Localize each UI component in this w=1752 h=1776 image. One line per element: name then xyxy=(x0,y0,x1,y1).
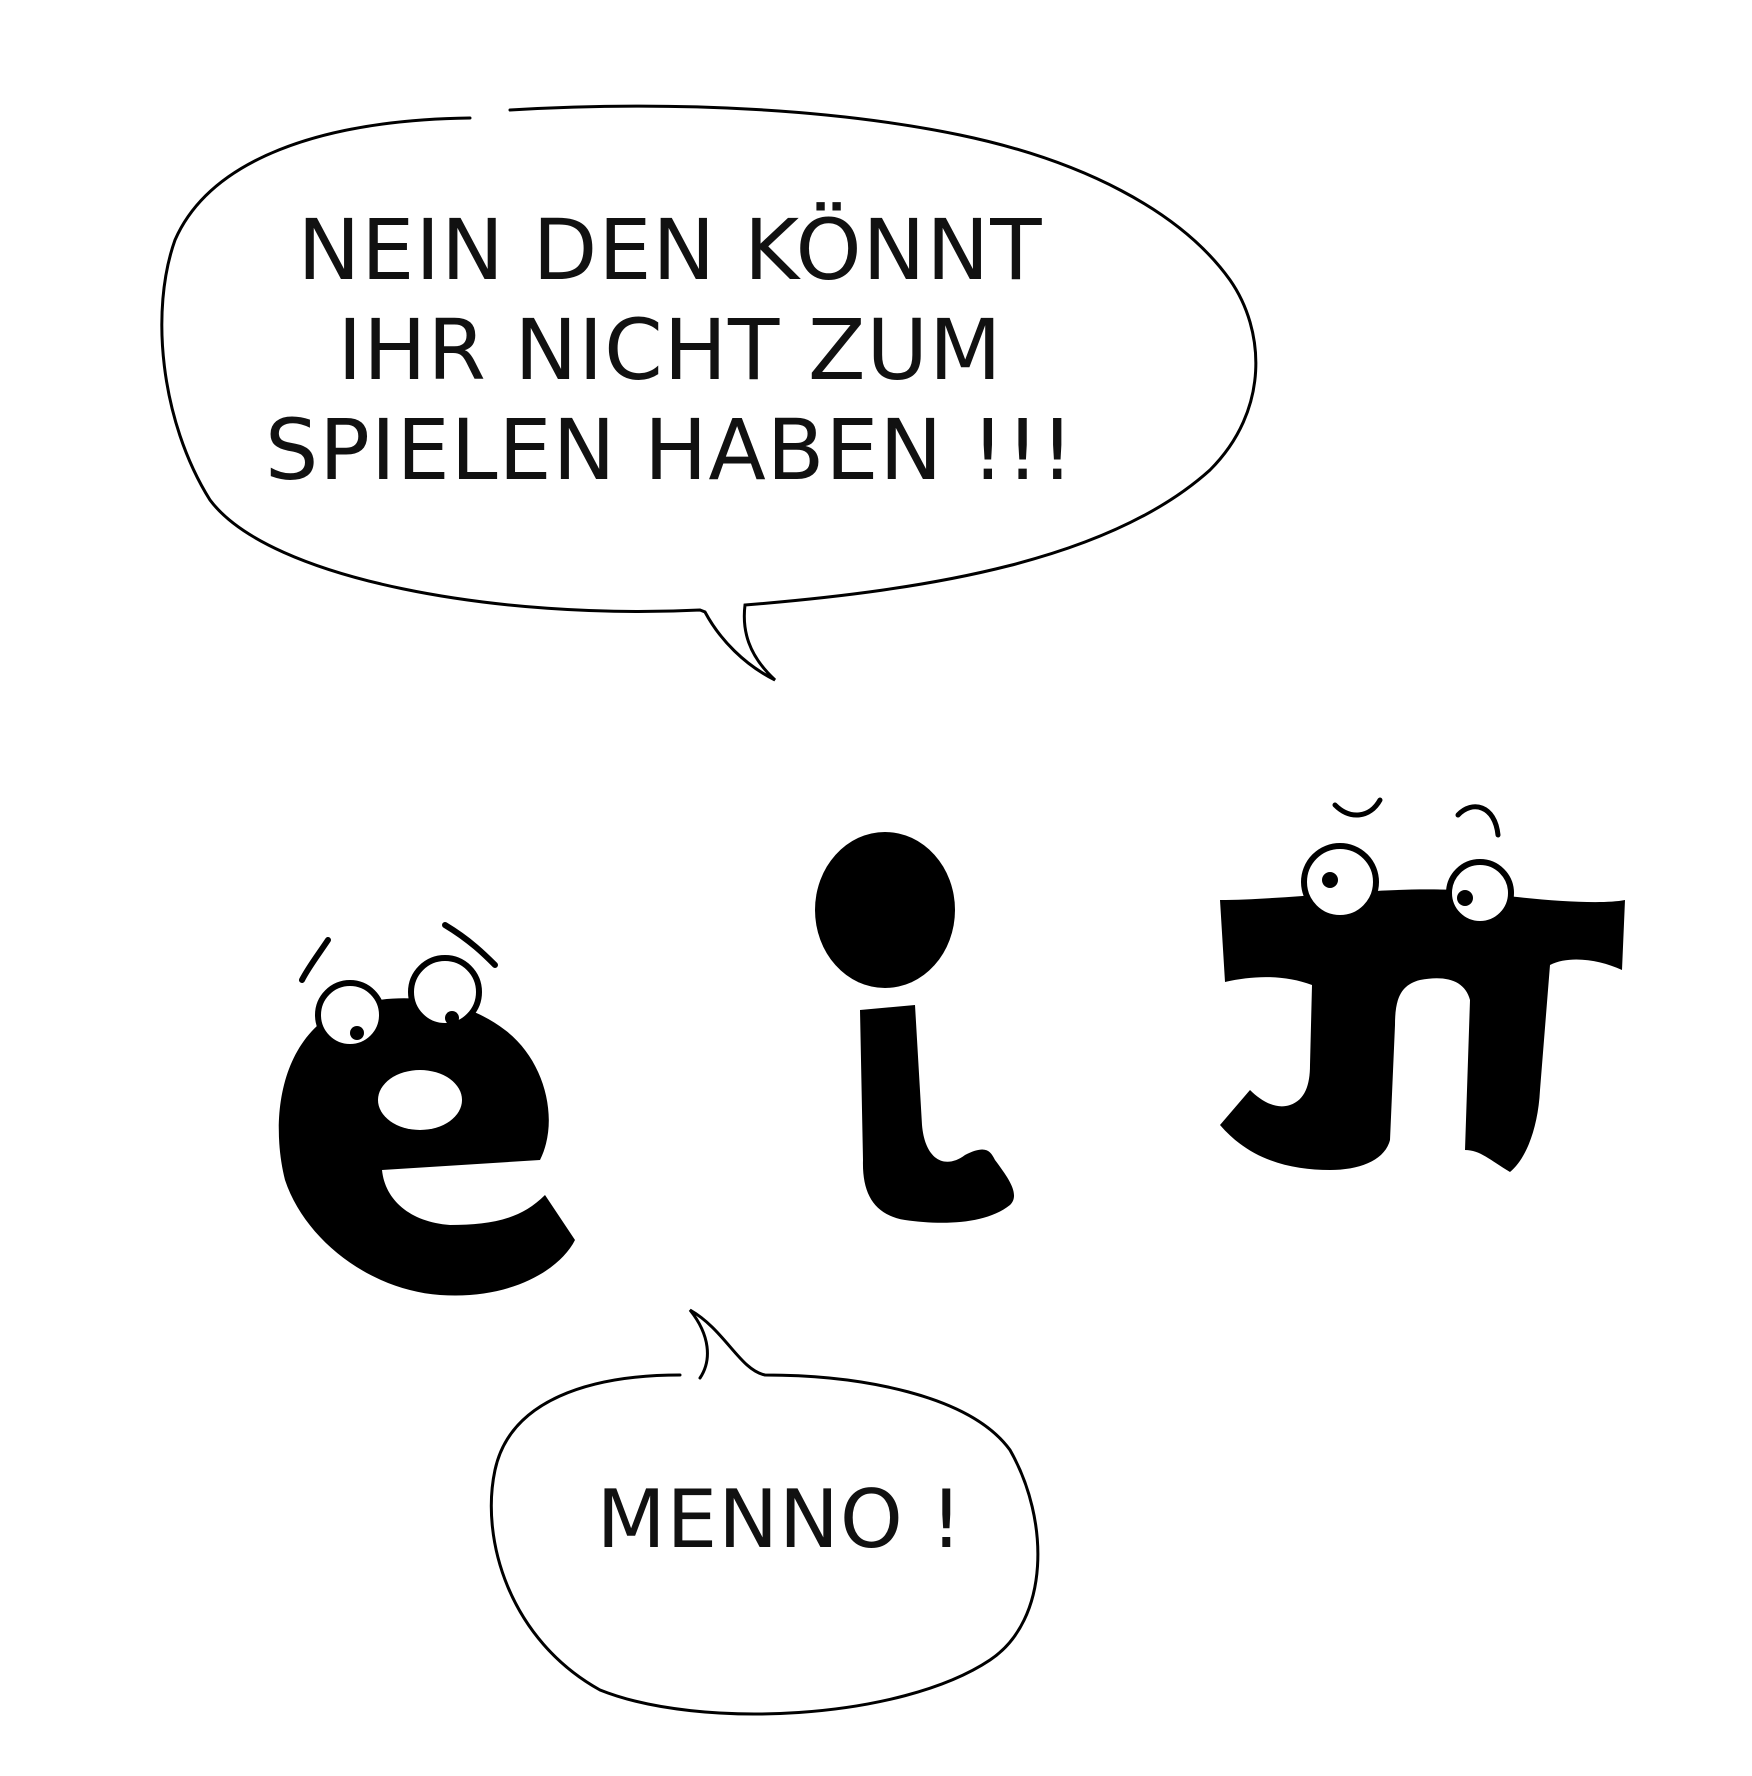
speech-bubble-top-text: NEIN DEN KÖNNT IHR NICHT ZUM SPIELEN HAB… xyxy=(260,200,1080,500)
letter-n-left-brow xyxy=(1332,797,1383,818)
speech-line-1: NEIN DEN KÖNNT xyxy=(297,201,1043,299)
speech-line-3: SPIELEN HABEN !!! xyxy=(264,401,1076,499)
letter-e-left-eye xyxy=(315,980,385,1050)
letter-n-right-eye xyxy=(1446,859,1514,927)
letter-e-right-pupil xyxy=(445,1011,459,1025)
letter-e-left-pupil xyxy=(350,1026,364,1040)
character-letter-e xyxy=(278,922,575,1296)
letter-n-left-pupil xyxy=(1322,872,1338,888)
character-letter-n xyxy=(1220,797,1625,1172)
letter-n-right-brow xyxy=(1455,804,1501,838)
letter-e-hole xyxy=(378,1070,462,1130)
letter-i-stem xyxy=(860,1005,1015,1223)
letter-n-left-eye xyxy=(1301,843,1379,921)
letter-e-body xyxy=(278,998,575,1296)
letter-e-left-brow xyxy=(299,937,331,983)
letter-n-body xyxy=(1220,889,1625,1172)
letter-n-right-pupil xyxy=(1457,890,1473,906)
character-letter-i xyxy=(815,832,1015,1223)
letter-i-dot xyxy=(815,832,955,988)
speech-bubble-bottom-text: MENNO ! xyxy=(596,1473,964,1566)
letter-e-right-eye xyxy=(408,955,482,1029)
speech-line-2: IHR NICHT ZUM xyxy=(337,301,1003,399)
